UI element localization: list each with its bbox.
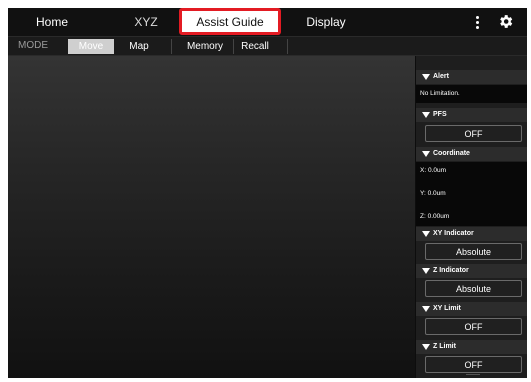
pfs-header[interactable]: PFS: [416, 108, 527, 122]
xy-limit-button[interactable]: OFF: [425, 318, 522, 335]
collapse-triangle-icon: [422, 306, 430, 312]
coordinate-box: X: 0.0um Y: 0.0um Z: 0.00um: [416, 162, 527, 226]
coordinate-header[interactable]: Coordinate: [416, 147, 527, 161]
tab-assist-guide[interactable]: Assist Guide: [188, 12, 272, 32]
mode-label: MODE: [18, 40, 48, 51]
coordinate-x: X: 0.0um: [420, 167, 447, 174]
tab-xyz[interactable]: XYZ: [126, 12, 166, 32]
kebab-menu-icon[interactable]: [471, 14, 485, 30]
alert-box: No Limitation.: [416, 85, 527, 103]
collapse-triangle-icon: [422, 112, 430, 118]
mode-map-button[interactable]: Map: [121, 39, 157, 54]
divider: [171, 39, 172, 54]
main-view[interactable]: [8, 56, 415, 378]
alert-text: No Limitation.: [420, 90, 460, 97]
recall-button[interactable]: Recall: [235, 39, 275, 54]
app-window: Home XYZ Assist Guide Display MODE Move …: [8, 8, 527, 378]
pfs-button[interactable]: OFF: [425, 125, 522, 142]
divider: [287, 39, 288, 54]
z-indicator-button[interactable]: Absolute: [425, 280, 522, 297]
mode-bar: MODE Move Map Memory Recall: [8, 36, 527, 56]
alert-header[interactable]: Alert: [416, 70, 527, 84]
xy-indicator-header[interactable]: XY Indicator: [416, 227, 527, 241]
xy-limit-header[interactable]: XY Limit: [416, 302, 527, 316]
xy-indicator-button[interactable]: Absolute: [425, 243, 522, 260]
collapse-triangle-icon: [422, 268, 430, 274]
resize-grip-icon[interactable]: [466, 374, 480, 378]
memory-button[interactable]: Memory: [182, 39, 228, 54]
coordinate-z: Z: 0.00um: [420, 213, 450, 220]
collapse-triangle-icon: [422, 231, 430, 237]
z-limit-button[interactable]: OFF: [425, 356, 522, 373]
tab-display[interactable]: Display: [302, 12, 350, 32]
gear-icon[interactable]: [497, 13, 514, 30]
mode-move-button[interactable]: Move: [68, 39, 114, 54]
status-panel: Alert No Limitation. PFS OFF Coordinate …: [416, 56, 527, 378]
collapse-triangle-icon: [422, 344, 430, 350]
z-limit-header[interactable]: Z Limit: [416, 340, 527, 354]
top-nav: Home XYZ Assist Guide Display: [8, 8, 527, 36]
collapse-triangle-icon: [422, 74, 430, 80]
collapse-triangle-icon: [422, 151, 430, 157]
z-indicator-header[interactable]: Z Indicator: [416, 264, 527, 278]
divider: [233, 39, 234, 54]
coordinate-y: Y: 0.0um: [420, 190, 446, 197]
tab-home[interactable]: Home: [26, 12, 78, 32]
